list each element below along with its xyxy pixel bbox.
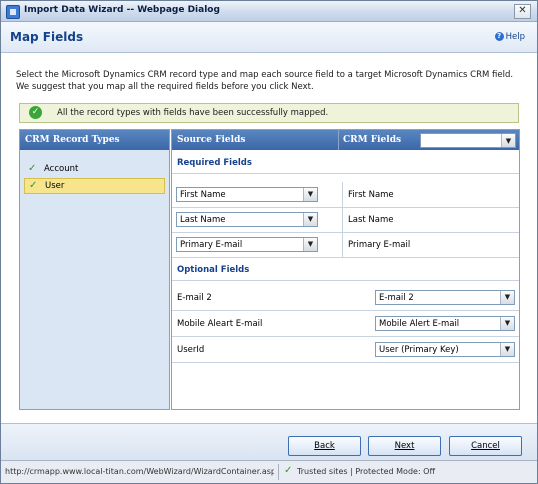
status-url: http://crmapp.www.local-titan.com/WebWiz… [5, 467, 274, 476]
crm-field-select[interactable]: User (Primary Key) ▼ [375, 342, 515, 357]
source-field-text: UserId [177, 345, 205, 355]
chevron-down-icon: ▼ [500, 317, 514, 330]
optional-fields-label: Optional Fields [177, 265, 250, 275]
intro-text: Select the Microsoft Dynamics CRM record… [16, 69, 526, 93]
header-divider [338, 130, 339, 150]
chevron-down-icon: ▼ [500, 291, 514, 304]
next-label: Next [394, 441, 415, 451]
record-type-label: User [45, 181, 65, 191]
status-bar: http://crmapp.www.local-titan.com/WebWiz… [1, 460, 537, 483]
grid-header: Source Fields CRM Fields Show All ▼ [172, 130, 519, 150]
dialog-window: Import Data Wizard -- Webpage Dialog ✕ M… [0, 0, 538, 484]
column-divider [342, 232, 343, 257]
security-zone-text: Trusted sites | Protected Mode: Off [297, 467, 435, 476]
window-title: Import Data Wizard -- Webpage Dialog [24, 5, 220, 15]
trusted-sites-icon: ✓ [284, 465, 293, 476]
source-field-value: Primary E-mail [180, 240, 243, 250]
required-fields-label: Required Fields [177, 158, 252, 168]
cancel-button[interactable]: Cancel [449, 436, 522, 456]
crm-field-value: User (Primary Key) [379, 345, 459, 355]
source-field-select[interactable]: First Name ▼ [176, 187, 318, 202]
checkmark-icon: ✓ [28, 163, 37, 174]
banner-text: All the record types with fields have be… [57, 108, 329, 118]
success-banner: ✓ All the record types with fields have … [19, 103, 519, 123]
checkmark-icon: ✓ [29, 180, 38, 191]
page-header: Map Fields ? Help [1, 22, 537, 53]
help-icon: ? [494, 32, 504, 41]
help-label: Help [505, 32, 525, 42]
source-field-select[interactable]: Last Name ▼ [176, 212, 318, 227]
crm-field-text: Primary E-mail [348, 240, 411, 250]
chevron-down-icon: ▼ [501, 134, 515, 147]
status-divider [278, 464, 279, 480]
chevron-down-icon: ▼ [303, 188, 317, 201]
field-mapping-grid: Source Fields CRM Fields Show All ▼ Requ… [171, 129, 520, 410]
chevron-down-icon: ▼ [303, 213, 317, 226]
source-field-value: Last Name [180, 215, 226, 225]
back-label: Back [314, 441, 335, 451]
check-circle-icon: ✓ [29, 106, 42, 119]
optional-fields-section: Optional Fields [172, 258, 519, 281]
source-field-text: Mobile Aleart E-mail [177, 319, 263, 329]
record-types-header: CRM Record Types [20, 130, 169, 150]
mapping-row: Last Name ▼ Last Name [172, 207, 519, 233]
cancel-label: Cancel [471, 441, 500, 451]
source-field-select[interactable]: Primary E-mail ▼ [176, 237, 318, 252]
intro-line-1: Select the Microsoft Dynamics CRM record… [16, 70, 514, 80]
intro-line-2: We suggest that you map all the required… [16, 82, 314, 92]
crm-field-value: E-mail 2 [379, 293, 414, 303]
mapping-row: UserId User (Primary Key) ▼ [172, 337, 519, 363]
crm-fields-header: CRM Fields [343, 135, 402, 145]
app-icon [6, 5, 20, 19]
record-type-user[interactable]: ✓ User [24, 178, 165, 194]
source-field-value: First Name [180, 190, 226, 200]
page-title: Map Fields [10, 30, 84, 44]
next-button[interactable]: Next [368, 436, 441, 456]
mapping-row: E-mail 2 E-mail 2 ▼ [172, 285, 519, 311]
required-fields-section: Required Fields [172, 151, 519, 174]
back-button[interactable]: Back [288, 436, 361, 456]
source-fields-header: Source Fields [177, 135, 246, 145]
crm-field-text: Last Name [348, 215, 394, 225]
column-divider [342, 182, 343, 207]
crm-field-select[interactable]: E-mail 2 ▼ [375, 290, 515, 305]
chevron-down-icon: ▼ [500, 343, 514, 356]
source-field-text: E-mail 2 [177, 293, 212, 303]
record-type-label: Account [44, 164, 79, 174]
crm-field-value: Mobile Alert E-mail [379, 319, 460, 329]
mapping-row: First Name ▼ First Name [172, 182, 519, 208]
chevron-down-icon: ▼ [303, 238, 317, 251]
close-button[interactable]: ✕ [514, 4, 531, 19]
wizard-footer: Back Next Cancel [1, 423, 537, 460]
crm-field-text: First Name [348, 190, 394, 200]
help-link[interactable]: ? Help [494, 32, 525, 42]
crm-field-select[interactable]: Mobile Alert E-mail ▼ [375, 316, 515, 331]
filter-value: Show All [424, 136, 468, 146]
filter-select[interactable]: Show All ▼ [420, 133, 516, 148]
record-type-account[interactable]: ✓ Account [24, 161, 163, 177]
column-divider [342, 207, 343, 232]
mapping-row: Primary E-mail ▼ Primary E-mail [172, 232, 519, 258]
title-bar: Import Data Wizard -- Webpage Dialog ✕ [1, 1, 537, 22]
record-types-panel: CRM Record Types ✓ Account ✓ User [19, 129, 170, 410]
mapping-row: Mobile Aleart E-mail Mobile Alert E-mail… [172, 311, 519, 337]
